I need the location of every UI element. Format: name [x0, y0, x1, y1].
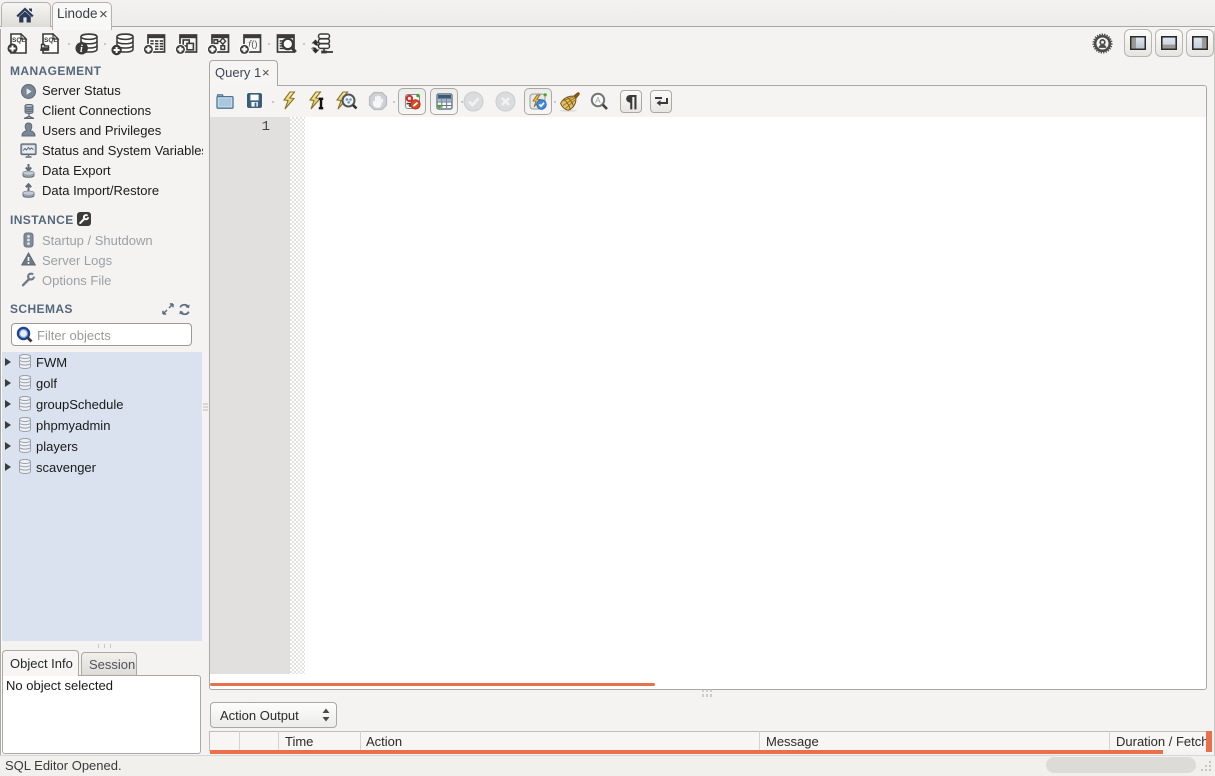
svg-text:SQL: SQL — [12, 37, 25, 44]
svg-text:SQL: SQL — [44, 37, 57, 44]
svg-text:(): () — [251, 39, 257, 50]
svg-text:A: A — [595, 96, 601, 105]
svg-text:i: i — [80, 44, 83, 55]
